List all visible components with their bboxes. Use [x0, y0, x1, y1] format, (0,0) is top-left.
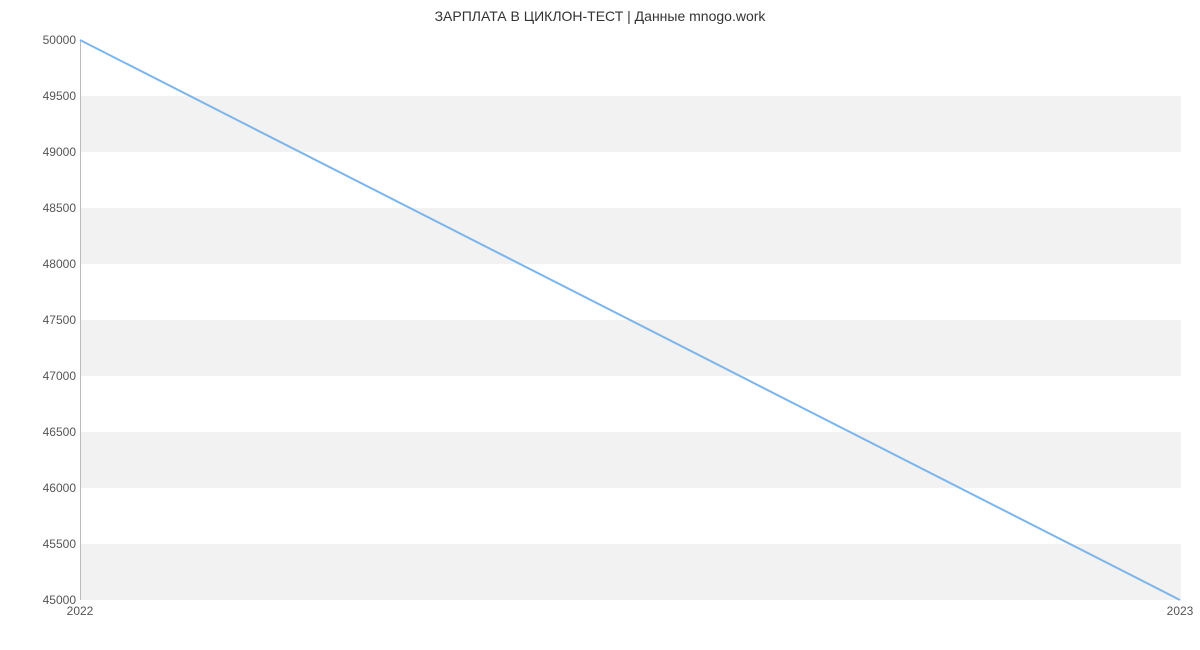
- y-tick-label: 48500: [16, 201, 76, 215]
- series-line: [80, 40, 1180, 600]
- y-tick-label: 50000: [16, 33, 76, 47]
- y-tick-label: 45500: [16, 537, 76, 551]
- chart-title: ЗАРПЛАТА В ЦИКЛОН-ТЕСТ | Данные mnogo.wo…: [0, 0, 1200, 26]
- y-tick-label: 47000: [16, 369, 76, 383]
- y-tick-label: 49000: [16, 145, 76, 159]
- y-tick-label: 48000: [16, 257, 76, 271]
- y-tick-label: 49500: [16, 89, 76, 103]
- y-tick-label: 47500: [16, 313, 76, 327]
- y-tick-label: 46000: [16, 481, 76, 495]
- x-tick-label: 2023: [1167, 604, 1194, 618]
- chart-area: 4500045500460004650047000475004800048500…: [80, 40, 1180, 600]
- x-tick-label: 2022: [67, 604, 94, 618]
- y-tick-label: 46500: [16, 425, 76, 439]
- line-series: [80, 40, 1180, 600]
